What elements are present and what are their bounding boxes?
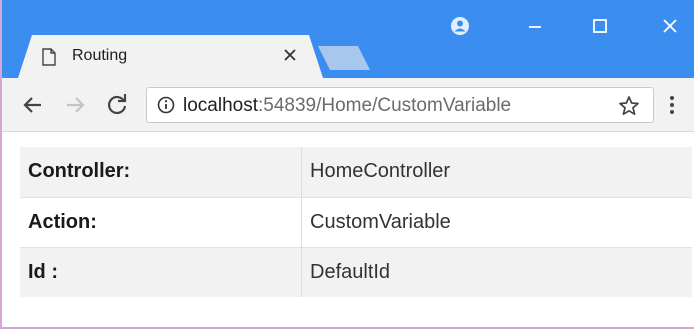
- browser-tab[interactable]: Routing: [18, 35, 323, 78]
- tab-title: Routing: [72, 47, 128, 64]
- tab-close-icon[interactable]: [280, 45, 300, 65]
- table-row: Controller: HomeController: [20, 147, 692, 197]
- url-path: :54839/Home/CustomVariable: [258, 95, 512, 116]
- back-arrow-icon[interactable]: [20, 92, 46, 118]
- row-value: HomeController: [310, 160, 451, 183]
- table-row: Id : DefaultId: [20, 247, 692, 297]
- forward-arrow-icon[interactable]: [62, 92, 88, 118]
- kebab-menu-icon[interactable]: [665, 92, 679, 118]
- window-titlebar: Routing: [0, 0, 694, 78]
- row-value: DefaultId: [310, 260, 391, 283]
- new-tab-button[interactable]: [318, 46, 370, 70]
- profile-icon[interactable]: [446, 12, 474, 40]
- browser-toolbar: localhost:54839/Home/CustomVariable: [0, 78, 694, 132]
- star-icon[interactable]: [617, 94, 641, 118]
- page-icon: [42, 48, 56, 66]
- row-label: Action:: [20, 197, 302, 247]
- row-label: Controller:: [20, 147, 302, 197]
- table-row: Action: CustomVariable: [20, 197, 692, 247]
- row-value: CustomVariable: [310, 210, 451, 233]
- address-bar[interactable]: localhost:54839/Home/CustomVariable: [146, 87, 654, 123]
- route-data-table: Controller: HomeController Action: Custo…: [20, 147, 692, 297]
- reload-icon[interactable]: [104, 92, 130, 118]
- url-host: localhost: [183, 95, 258, 116]
- info-icon[interactable]: [157, 96, 175, 114]
- maximize-icon[interactable]: [586, 12, 614, 40]
- close-icon[interactable]: [656, 12, 684, 40]
- url-text[interactable]: localhost:54839/Home/CustomVariable: [183, 95, 511, 117]
- row-label: Id :: [20, 247, 302, 297]
- minimize-icon[interactable]: [521, 12, 549, 40]
